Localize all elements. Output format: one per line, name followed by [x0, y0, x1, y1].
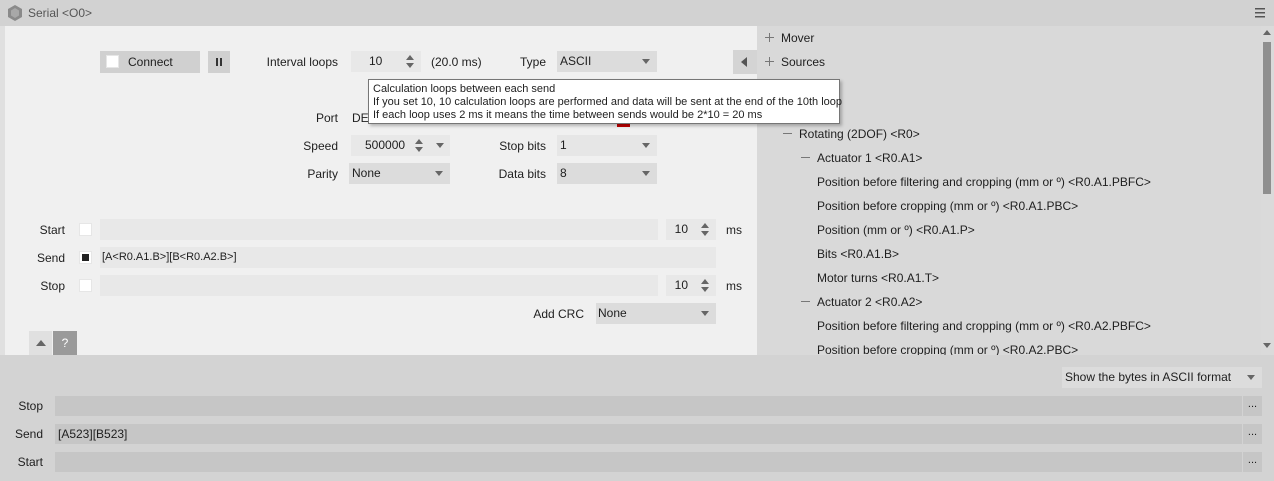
tree-item[interactable]: Motor turns <R0.A1.T>: [817, 271, 939, 285]
start-label: Start: [39, 223, 65, 237]
tree-item-rotating[interactable]: Rotating (2DOF) <R0>: [799, 127, 920, 141]
spin-up-icon[interactable]: [701, 279, 709, 284]
interval-loops-label: Interval loops: [266, 55, 338, 69]
monitor-stop-label: Stop: [18, 399, 43, 413]
send-label: Send: [36, 251, 65, 265]
data-bits-label: Data bits: [498, 167, 546, 181]
chevron-up-icon: [36, 340, 46, 346]
tree-item[interactable]: Position before filtering and cropping (…: [817, 175, 1151, 189]
monitor-start-label: Start: [17, 455, 43, 469]
chevron-down-icon[interactable]: [436, 143, 444, 148]
tree-item[interactable]: Position before cropping (mm or º) <R0.A…: [817, 199, 1078, 213]
parity-label: Parity: [307, 167, 338, 181]
stop-input[interactable]: [100, 275, 658, 296]
connect-button[interactable]: Connect: [100, 51, 200, 73]
send-input[interactable]: [A<R0.A1.B>][B<R0.A2.B>]: [100, 247, 716, 268]
tree-item-mover[interactable]: Mover: [781, 31, 814, 45]
add-crc-select[interactable]: None: [596, 303, 716, 324]
monitor-start-field[interactable]: [55, 452, 1242, 472]
tree-item[interactable]: Bits <R0.A1.B>: [817, 247, 899, 261]
monitor-start-more-button[interactable]: ...: [1243, 452, 1262, 472]
tooltip-line: If each loop uses 2 ms it means the time…: [373, 109, 763, 121]
monitor-stop-field[interactable]: [55, 396, 1242, 416]
pause-button[interactable]: [208, 51, 230, 73]
send-checkbox[interactable]: [79, 251, 92, 264]
stop-ms-spinbox[interactable]: 10: [666, 275, 716, 296]
tree-scrollbar-thumb[interactable]: [1263, 42, 1271, 194]
port-value[interactable]: DE: [352, 111, 369, 125]
monitor-send-field[interactable]: [A523][B523]: [55, 424, 1242, 444]
help-button[interactable]: ?: [53, 331, 77, 355]
start-checkbox[interactable]: [79, 223, 92, 236]
chevron-left-icon: [741, 57, 747, 67]
tree-item-actuator-1[interactable]: Actuator 1 <R0.A1>: [817, 151, 922, 165]
collapse-icon[interactable]: [783, 129, 792, 138]
red-indicator: [617, 124, 630, 127]
chevron-down-icon: [642, 59, 650, 64]
app-logo-icon: [8, 5, 22, 21]
scroll-down-icon[interactable]: [1263, 343, 1271, 348]
monitor-send-more-button[interactable]: ...: [1243, 424, 1262, 444]
spin-up-icon[interactable]: [415, 139, 423, 144]
tree-item-actuator-2[interactable]: Actuator 2 <R0.A2>: [817, 295, 922, 309]
interval-ms-readout: (20.0 ms): [431, 55, 482, 69]
spin-down-icon[interactable]: [415, 147, 423, 152]
interval-loops-spinbox[interactable]: 10: [351, 51, 421, 72]
chevron-down-icon: [701, 311, 709, 316]
connect-checkbox[interactable]: [106, 55, 119, 68]
spin-down-icon[interactable]: [701, 231, 709, 236]
chevron-down-icon: [1247, 375, 1255, 380]
chevron-down-icon: [642, 171, 650, 176]
tooltip-line: If you set 10, 10 calculation loops are …: [373, 96, 843, 108]
monitor-stop-more-button[interactable]: ...: [1243, 396, 1262, 416]
expand-icon[interactable]: [765, 33, 774, 42]
stop-bits-select[interactable]: 1: [557, 135, 657, 156]
start-ms-unit: ms: [726, 223, 742, 237]
start-input[interactable]: [100, 219, 658, 240]
type-label: Type: [519, 55, 546, 69]
add-crc-label: Add CRC: [533, 307, 584, 321]
collapse-icon[interactable]: [801, 153, 810, 162]
stop-ms-unit: ms: [726, 279, 742, 293]
monitor-send-label: Send: [14, 427, 43, 441]
parity-select[interactable]: None: [349, 163, 450, 184]
window-title: Serial <O0>: [28, 6, 93, 20]
collapse-icon[interactable]: [801, 297, 810, 306]
tree-item[interactable]: Position before filtering and cropping (…: [817, 319, 1151, 333]
tooltip-line: Calculation loops between each send: [373, 83, 556, 95]
stop-bits-label: Stop bits: [499, 139, 546, 153]
expand-icon[interactable]: [765, 57, 774, 66]
spin-up-icon[interactable]: [701, 223, 709, 228]
spin-up-icon[interactable]: [406, 55, 414, 60]
spin-down-icon[interactable]: [406, 63, 414, 68]
byte-format-select[interactable]: Show the bytes in ASCII format: [1062, 367, 1262, 388]
speed-label: Speed: [303, 139, 338, 153]
type-select[interactable]: ASCII: [557, 51, 657, 72]
chevron-down-icon: [435, 171, 443, 176]
tree-item-sources[interactable]: Sources: [781, 55, 825, 69]
hamburger-menu-icon[interactable]: [1253, 6, 1267, 20]
stop-checkbox[interactable]: [79, 279, 92, 292]
chevron-down-icon: [642, 143, 650, 148]
interval-loops-tooltip: Calculation loops between each send If y…: [368, 79, 843, 124]
collapse-button[interactable]: [29, 331, 52, 355]
port-label: Port: [315, 111, 338, 125]
scroll-up-icon[interactable]: [1263, 30, 1271, 35]
pause-icon: [216, 58, 222, 66]
title-bar: [0, 0, 1274, 26]
start-ms-spinbox[interactable]: 10: [666, 219, 716, 240]
speed-combo[interactable]: 500000: [351, 135, 450, 156]
expand-tree-button[interactable]: [733, 50, 757, 74]
data-bits-select[interactable]: 8: [557, 163, 657, 184]
connect-label: Connect: [128, 55, 173, 69]
tree-item[interactable]: Position (mm or º) <R0.A1.P>: [817, 223, 975, 237]
stop-label: Stop: [40, 279, 65, 293]
spin-down-icon[interactable]: [701, 287, 709, 292]
